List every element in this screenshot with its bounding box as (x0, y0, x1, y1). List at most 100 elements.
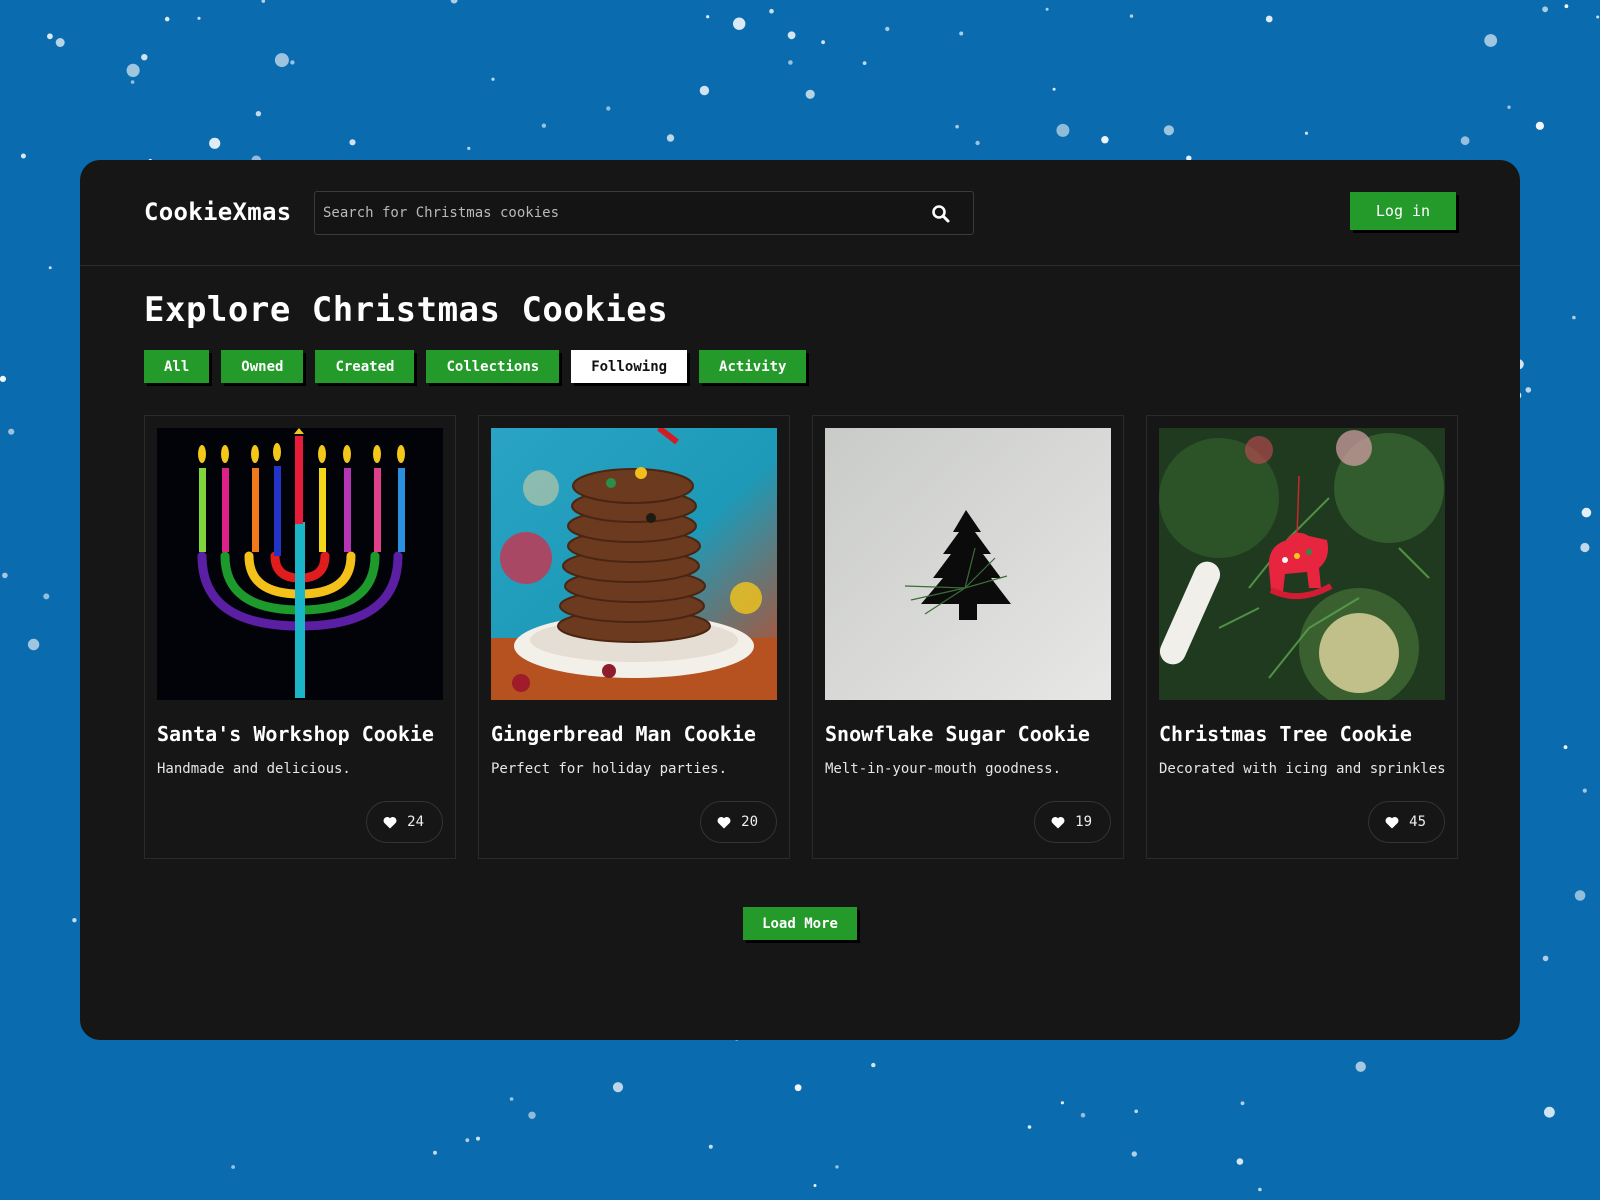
card-title[interactable]: Christmas Tree Cookie (1159, 722, 1412, 746)
snowflake-dot (794, 1084, 802, 1092)
snowflake-dot (47, 33, 53, 40)
snowflake-dot (1484, 34, 1498, 47)
snowflake-dot (509, 1097, 514, 1101)
snowflake-dot (1582, 788, 1587, 793)
snowflake-dot (1236, 1158, 1244, 1165)
snowflake-dot (1056, 123, 1070, 137)
snowflake-dot (465, 1138, 470, 1143)
snowflake-dot (1542, 6, 1548, 13)
snowflake-dot (43, 593, 50, 600)
cookie-card[interactable]: Snowflake Sugar Cookie Melt-in-your-mout… (812, 415, 1124, 859)
snowflake-dot (1542, 955, 1549, 962)
snowflake-dot (769, 8, 774, 14)
menorah-image[interactable] (157, 428, 443, 700)
snowflake-dot (862, 61, 867, 65)
snowflake-dot (8, 428, 15, 435)
snowflake-dot (1265, 15, 1273, 23)
page-title: Explore Christmas Cookies (144, 290, 669, 330)
snowflake-dot (699, 85, 710, 96)
tree-cutout-image[interactable] (825, 428, 1111, 700)
cookie-card[interactable]: Christmas Tree Cookie Decorated with ici… (1146, 415, 1458, 859)
snowflake-dot (476, 1136, 480, 1141)
snowflake-dot (975, 140, 980, 146)
snowflake-dot (1258, 1187, 1262, 1192)
search-icon[interactable] (931, 204, 951, 224)
card-title[interactable]: Gingerbread Man Cookie (491, 722, 756, 746)
snowflake-dot (1544, 1106, 1555, 1118)
snowflake-dot (141, 54, 148, 61)
heart-icon (383, 816, 397, 828)
snowflake-dot (733, 17, 746, 30)
snowflake-dot (885, 26, 890, 32)
snowflake-dot (126, 63, 140, 77)
snowflake-dot (255, 111, 262, 117)
snowflake-dot (261, 0, 266, 3)
snowflake-dot (1580, 542, 1590, 553)
snowflake-dot (706, 15, 710, 19)
header: CookieXmas Log in (80, 160, 1520, 266)
snowflake-dot (1052, 87, 1056, 91)
snowflake-dot (55, 38, 65, 47)
login-button[interactable]: Log in (1350, 192, 1456, 230)
app-window: CookieXmas Log in Explore Christmas Cook… (80, 160, 1520, 1040)
card-title[interactable]: Snowflake Sugar Cookie (825, 722, 1090, 746)
cookie-card[interactable]: Gingerbread Man Cookie Perfect for holid… (478, 415, 790, 859)
snowflake-dot (290, 60, 295, 65)
snowflake-dot (788, 60, 793, 65)
snowflake-dot (27, 638, 40, 651)
like-button[interactable]: 24 (366, 801, 443, 843)
snowflake-dot (72, 918, 77, 923)
snowflake-dot (612, 1082, 624, 1093)
search-bar (314, 191, 974, 235)
snowflake-dot (821, 40, 825, 45)
tab-all[interactable]: All (144, 350, 210, 383)
search-input[interactable] (315, 192, 915, 234)
snowflake-dot (1134, 1109, 1138, 1114)
snowflake-dot (955, 124, 959, 129)
card-description: Handmade and delicious. (157, 761, 351, 777)
snowflake-dot (787, 31, 796, 40)
snowflake-dot (164, 16, 170, 22)
snowflake-dot (349, 139, 356, 146)
snowflake-dot (1129, 14, 1134, 18)
tab-collections[interactable]: Collections (426, 350, 560, 383)
snowflake-dot (231, 1165, 236, 1169)
snowflake-dot (274, 53, 289, 68)
snowflake-dot (1525, 387, 1532, 393)
snowflake-dot (871, 1062, 876, 1068)
tab-following[interactable]: Following (571, 350, 688, 383)
snowflake-dot (1355, 1061, 1366, 1072)
snowflake-dot (805, 89, 815, 99)
like-count: 19 (1075, 814, 1092, 830)
snowflake-dot (0, 375, 6, 382)
tab-owned[interactable]: Owned (221, 350, 304, 383)
like-count: 45 (1409, 814, 1426, 830)
snowflake-dot (1080, 1112, 1086, 1118)
like-count: 24 (407, 814, 424, 830)
snowflake-dot (1060, 1101, 1064, 1105)
snowflake-dot (209, 137, 221, 149)
snowflake-dot (1572, 315, 1576, 320)
tab-activity[interactable]: Activity (699, 350, 807, 383)
card-title[interactable]: Santa's Workshop Cookie (157, 722, 434, 746)
tab-created[interactable]: Created (315, 350, 415, 383)
like-button[interactable]: 20 (700, 801, 777, 843)
snowflake-dot (1564, 4, 1569, 9)
cookie-card[interactable]: Santa's Workshop Cookie Handmade and del… (144, 415, 456, 859)
card-description: Decorated with icing and sprinkles (1159, 761, 1446, 777)
ornament-image[interactable] (1159, 428, 1445, 700)
snowflake-dot (1581, 507, 1592, 518)
like-button[interactable]: 19 (1034, 801, 1111, 843)
load-more-button[interactable]: Load More (743, 907, 857, 940)
snowflake-dot (606, 106, 611, 111)
cookie-stack-image[interactable] (491, 428, 777, 700)
snowflake-dot (1163, 125, 1174, 136)
card-description: Perfect for holiday parties. (491, 761, 728, 777)
like-count: 20 (741, 814, 758, 830)
card-description: Melt-in-your-mouth goodness. (825, 761, 1062, 777)
brand-logo[interactable]: CookieXmas (144, 198, 292, 226)
like-button[interactable]: 45 (1368, 801, 1445, 843)
snowflake-dot (813, 1184, 817, 1187)
snowflake-dot (467, 146, 471, 150)
cookie-grid: Santa's Workshop Cookie Handmade and del… (144, 415, 1458, 859)
